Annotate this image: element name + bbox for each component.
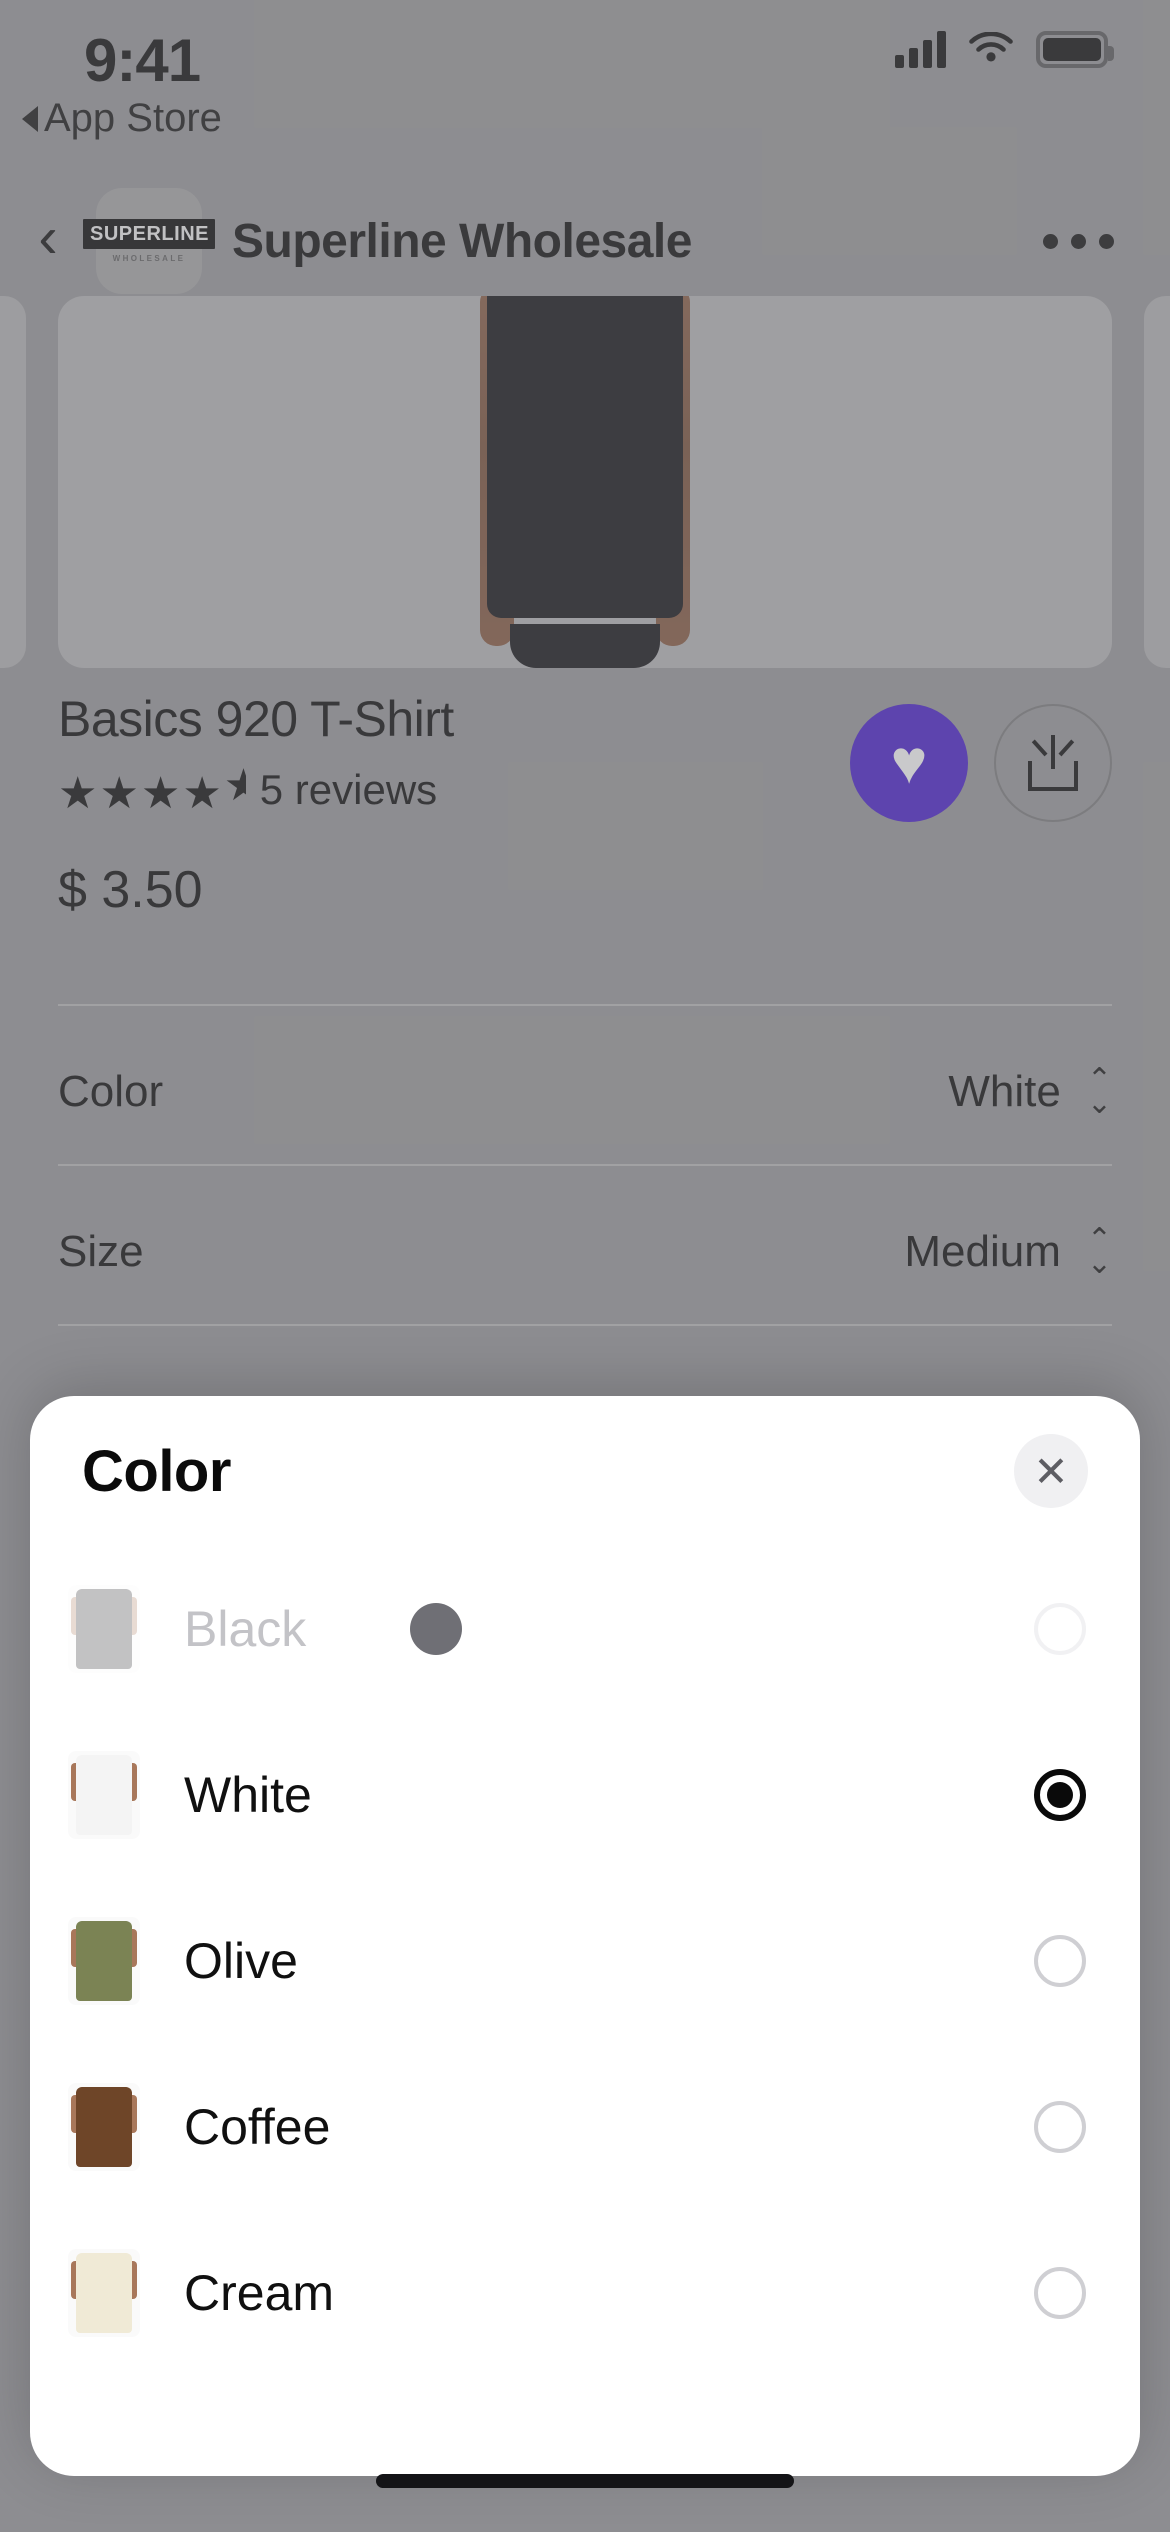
- color-option-black: Black: [68, 1546, 1102, 1712]
- home-indicator: [376, 2474, 794, 2488]
- product-image-gallery[interactable]: [0, 296, 1170, 668]
- color-picker-sheet: Color ✕ Black White Olive Coffee Cream: [30, 1396, 1140, 2476]
- product-image[interactable]: [58, 296, 1112, 668]
- status-bar: 9:41 App Store: [0, 0, 1170, 186]
- color-option-list: Black White Olive Coffee Cream: [30, 1546, 1140, 2376]
- back-triangle-icon: [22, 105, 38, 132]
- divider: [58, 1164, 1112, 1166]
- color-thumbnail: [68, 2249, 140, 2337]
- color-thumbnail: [68, 1917, 140, 2005]
- option-value: Medium: [904, 1227, 1061, 1276]
- status-bar-indicators: [895, 30, 1114, 68]
- chevron-up-down-icon: ⌃ ⌄: [1086, 1223, 1112, 1280]
- color-option-label: White: [184, 1767, 312, 1823]
- radio-button-olive[interactable]: [1034, 1935, 1086, 1987]
- color-option-label: Black: [184, 1601, 307, 1657]
- favorite-button[interactable]: ♥: [850, 704, 968, 822]
- product-actions: ♥: [850, 704, 1112, 822]
- option-value-wrap: White ⌃ ⌄: [948, 1063, 1112, 1120]
- color-option-label: Coffee: [184, 2099, 331, 2155]
- ellipsis-icon: [1071, 233, 1086, 249]
- cellular-bars-icon: [895, 30, 946, 68]
- close-icon[interactable]: ✕: [1014, 1434, 1088, 1508]
- radio-button-black: [1034, 1603, 1086, 1655]
- heart-icon: ♥: [890, 728, 928, 797]
- color-option-cream[interactable]: Cream: [68, 2210, 1102, 2376]
- color-thumbnail: [68, 2083, 140, 2171]
- option-label: Size: [58, 1227, 144, 1276]
- app-logo: SUPERLINE WHOLESALE: [83, 188, 215, 294]
- back-button[interactable]: ‹: [0, 209, 96, 273]
- color-option-white[interactable]: White: [68, 1712, 1102, 1878]
- option-row-size[interactable]: Size Medium ⌃ ⌄: [58, 1200, 1112, 1304]
- gallery-prev-edge[interactable]: [0, 296, 26, 668]
- option-value-wrap: Medium ⌃ ⌄: [904, 1223, 1112, 1280]
- color-option-coffee[interactable]: Coffee: [68, 2044, 1102, 2210]
- product-price: $ 3.50: [58, 861, 203, 919]
- share-button[interactable]: [994, 704, 1112, 822]
- battery-icon: [1036, 30, 1114, 68]
- return-to-app-store-button[interactable]: App Store: [22, 96, 222, 141]
- divider: [58, 1004, 1112, 1006]
- product-photo-model: [420, 296, 750, 668]
- app-logo-subtext: WHOLESALE: [112, 254, 186, 263]
- color-option-label: Cream: [184, 2265, 335, 2321]
- more-options-button[interactable]: [1043, 233, 1114, 249]
- option-label: Color: [58, 1067, 164, 1116]
- divider: [58, 1324, 1112, 1326]
- ellipsis-icon: [1043, 233, 1058, 249]
- color-option-label: Olive: [184, 1933, 298, 1989]
- radio-button-coffee[interactable]: [1034, 2101, 1086, 2153]
- color-option-olive[interactable]: Olive: [68, 1878, 1102, 2044]
- option-row-color[interactable]: Color White ⌃ ⌄: [58, 1040, 1112, 1144]
- review-count-label: 5 reviews: [259, 766, 438, 813]
- navigation-bar: ‹ SUPERLINE WHOLESALE Superline Wholesal…: [0, 186, 1170, 296]
- app-logo-mark: SUPERLINE: [83, 219, 215, 249]
- chevron-up-down-icon: ⌃ ⌄: [1086, 1063, 1112, 1120]
- phone-screen: 9:41 App Store ‹ SUPERLINE WHOLESALE Sup…: [0, 0, 1170, 2532]
- wifi-icon: [969, 32, 1013, 62]
- share-icon: [1028, 735, 1078, 791]
- color-thumbnail: [68, 1585, 140, 1673]
- sheet-header: Color ✕: [30, 1396, 1140, 1546]
- page-title: Superline Wholesale: [232, 214, 692, 268]
- status-bar-time: 9:41: [84, 27, 201, 94]
- product-info: Basics 920 T-Shirt ★★★★★ 5 reviews $ 3.5…: [58, 690, 1112, 920]
- star-rating-icon: ★★★★★: [58, 764, 246, 818]
- return-app-label: App Store: [44, 96, 222, 140]
- loading-dot-icon: [410, 1603, 462, 1655]
- radio-button-cream[interactable]: [1034, 2267, 1086, 2319]
- sheet-title: Color: [82, 1438, 231, 1504]
- radio-button-white[interactable]: [1034, 1769, 1086, 1821]
- gallery-next-edge[interactable]: [1144, 296, 1170, 668]
- ellipsis-icon: [1099, 233, 1114, 249]
- option-value: White: [948, 1067, 1061, 1116]
- color-thumbnail: [68, 1751, 140, 1839]
